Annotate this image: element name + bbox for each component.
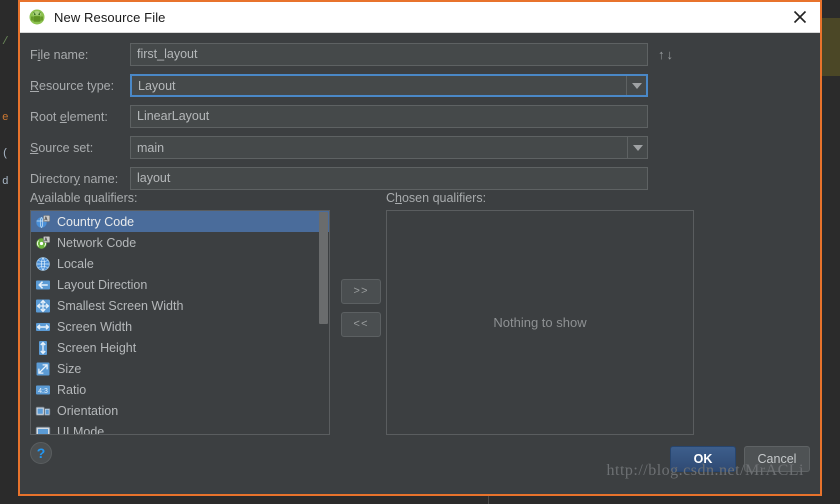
available-qualifiers-list[interactable]: Country Code Network Code Locale Layout Dir…	[30, 210, 330, 435]
qualifier-item-label: Smallest Screen Width	[57, 298, 184, 313]
qualifier-list-item[interactable]: Smallest Screen Width	[31, 295, 329, 316]
screen-height-icon	[35, 340, 51, 356]
new-resource-file-dialog: New Resource File File name: first_layou…	[18, 0, 822, 496]
available-qualifiers-panel: Available qualifiers: Country Code Networ…	[30, 191, 330, 435]
close-icon[interactable]	[780, 2, 820, 32]
screen-root: / e ( d New Resource File File name: fir…	[0, 0, 840, 504]
row-file-name: File name: first_layout ↑↓	[30, 43, 810, 66]
qualifier-item-label: Size	[57, 361, 82, 376]
row-directory-name: Directory name: layout	[30, 167, 810, 190]
label-directory-name: Directory name:	[30, 171, 119, 186]
ok-button[interactable]: OK	[670, 446, 736, 472]
move-left-button[interactable]: <<	[341, 312, 381, 337]
smallest-screen-width-icon	[35, 298, 51, 314]
bg-code-line-1: /	[2, 36, 9, 48]
qualifier-item-label: Locale	[57, 256, 94, 271]
qualifier-list-item[interactable]: Size	[31, 358, 329, 379]
label-file-name: File name:	[30, 47, 89, 62]
chosen-qualifiers-list[interactable]: Nothing to show	[386, 210, 694, 435]
resource-type-combo[interactable]: Layout	[130, 74, 648, 97]
chevron-down-icon[interactable]	[627, 137, 647, 158]
root-element-input[interactable]: LinearLayout	[130, 105, 648, 128]
root-element-value: LinearLayout	[137, 109, 210, 123]
qualifier-list-item[interactable]: 4:3 Ratio	[31, 379, 329, 400]
available-list-scrollbar[interactable]	[319, 212, 328, 434]
help-icon[interactable]: ?	[30, 442, 52, 464]
locale-globe-icon	[35, 256, 51, 272]
label-root-element: Root element:	[30, 109, 108, 124]
chosen-qualifiers-panel: Chosen qualifiers: Nothing to show	[386, 191, 694, 435]
row-root-element: Root element: LinearLayout	[30, 105, 810, 128]
qualifier-list-item[interactable]: Screen Height	[31, 337, 329, 358]
ratio-icon: 4:3	[35, 382, 51, 398]
scrollbar-thumb[interactable]	[319, 212, 328, 324]
size-icon	[35, 361, 51, 377]
chevron-down-icon[interactable]	[626, 76, 646, 95]
qualifier-item-label: Screen Width	[57, 319, 133, 334]
file-name-value: first_layout	[137, 47, 198, 61]
network-code-icon	[35, 235, 51, 251]
qualifier-list-item[interactable]: Network Code	[31, 232, 329, 253]
move-right-button[interactable]: >>	[341, 279, 381, 304]
dialog-action-buttons: OK Cancel	[670, 446, 810, 472]
svg-text:4:3: 4:3	[38, 388, 48, 395]
resource-form: File name: first_layout ↑↓ Resource type…	[30, 43, 810, 198]
directory-name-input[interactable]: layout	[130, 167, 648, 190]
resource-type-value: Layout	[138, 78, 176, 93]
row-resource-type: Resource type: Layout	[30, 74, 810, 97]
orientation-icon	[35, 403, 51, 419]
qualifier-move-buttons: >> <<	[341, 279, 381, 345]
label-source-set: Source set:	[30, 140, 94, 155]
qualifier-item-label: Screen Height	[57, 340, 137, 355]
available-qualifiers-label: Available qualifiers:	[30, 191, 138, 205]
qualifier-list-item[interactable]: Layout Direction	[31, 274, 329, 295]
dialog-footer: ? OK Cancel http://blog.csdn.net/MrACLi	[20, 430, 820, 494]
qualifier-item-label: Country Code	[57, 214, 135, 229]
source-set-value: main	[137, 140, 165, 155]
dialog-titlebar: New Resource File	[20, 2, 820, 33]
row-source-set: Source set: main	[30, 136, 810, 159]
nothing-to-show-text: Nothing to show	[493, 315, 587, 330]
qualifier-list-item[interactable]: Screen Width	[31, 316, 329, 337]
country-code-icon	[35, 214, 51, 230]
ide-olive-marker	[822, 18, 840, 76]
qualifier-item-label: Layout Direction	[57, 277, 148, 292]
dialog-title: New Resource File	[54, 9, 166, 25]
qualifier-item-label: Orientation	[57, 403, 119, 418]
bg-code-line-3: (	[2, 148, 9, 160]
qualifier-item-label: Network Code	[57, 235, 137, 250]
cancel-button[interactable]: Cancel	[744, 446, 810, 472]
directory-name-value: layout	[137, 171, 171, 185]
qualifier-list-item[interactable]: Locale	[31, 253, 329, 274]
qualifier-list-item[interactable]: Country Code	[31, 211, 329, 232]
bg-code-line-4: d	[2, 176, 9, 188]
qualifier-panels: Available qualifiers: Country Code Networ…	[30, 191, 810, 446]
dialog-body: File name: first_layout ↑↓ Resource type…	[20, 33, 820, 494]
source-set-combo[interactable]: main	[130, 136, 648, 159]
android-robot-icon	[28, 8, 46, 26]
label-resource-type: Resource type:	[30, 78, 115, 93]
bg-code-line-2: e	[2, 112, 9, 124]
layout-direction-icon	[35, 277, 51, 293]
file-name-input[interactable]: first_layout	[130, 43, 648, 66]
chosen-qualifiers-label: Chosen qualifiers:	[386, 191, 487, 205]
qualifier-list-item[interactable]: Orientation	[31, 400, 329, 421]
sort-order-toggle[interactable]: ↑↓	[658, 47, 675, 62]
screen-width-icon	[35, 319, 51, 335]
qualifier-item-label: Ratio	[57, 382, 87, 397]
